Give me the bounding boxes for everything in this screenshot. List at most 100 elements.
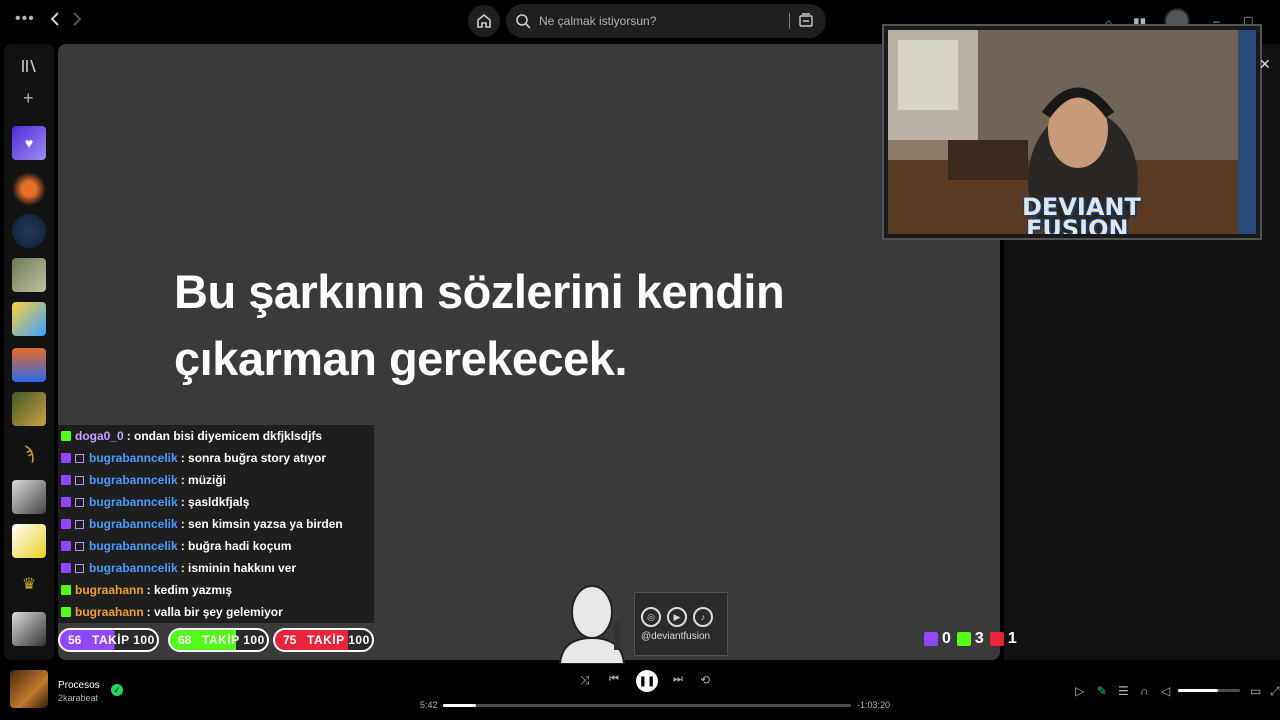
twitch-icon	[61, 497, 71, 507]
stream-chat: doga0_0: ondan bisi diyemicem dkfjklsdjf…	[58, 425, 374, 623]
previous-icon[interactable]: ⏮	[609, 673, 619, 686]
playlist-thumb[interactable]	[12, 480, 46, 514]
now-playing-cover[interactable]	[10, 670, 48, 708]
chat-text: : müziği	[180, 473, 227, 487]
playlist-thumb[interactable]	[12, 348, 46, 382]
saved-check-icon[interactable]: ✓	[111, 684, 123, 696]
chat-badge-icon	[75, 475, 84, 485]
chat-username[interactable]: bugrabanncelik	[89, 561, 178, 575]
goal-current: 56	[68, 633, 82, 647]
chat-message: bugrabanncelik: şasldkfjalş	[58, 491, 374, 513]
pause-button[interactable]: ❚❚	[636, 670, 658, 692]
now-playing-view-icon[interactable]: ▷	[1075, 684, 1084, 698]
chat-message: bugrabanncelik: buğra hadi koçum	[58, 535, 374, 557]
goal-label: TAKİP 100	[92, 633, 155, 647]
playlist-thumb[interactable]	[12, 258, 46, 292]
progress-bar[interactable]	[443, 704, 851, 707]
volume-slider[interactable]	[1178, 689, 1240, 692]
forward-arrow-icon[interactable]	[72, 12, 82, 31]
chat-message: bugraahann: valla bir şey gelemiyor	[58, 601, 374, 623]
chat-username[interactable]: bugrabanncelik	[89, 539, 178, 553]
twitch-icon	[61, 541, 71, 551]
chat-username[interactable]: bugrabanncelik	[89, 451, 178, 465]
social-handle: @deviantfusion	[641, 631, 711, 642]
chat-message: doga0_0: ondan bisi diyemicem dkfjklsdjf…	[58, 425, 374, 447]
viewer-counts: 0 3 1	[924, 630, 1017, 648]
playlist-thumb[interactable]	[12, 612, 46, 646]
chat-badge-icon	[75, 541, 84, 551]
connect-device-icon[interactable]: ∩	[1140, 684, 1149, 698]
chat-username[interactable]: bugrabanncelik	[89, 495, 178, 509]
chat-text: : şasldkfjalş	[180, 495, 250, 509]
miniplayer-icon[interactable]: ▭	[1250, 684, 1261, 698]
chat-username[interactable]: bugraahann	[75, 605, 144, 619]
follow-goal: 75 TAKİP 100	[273, 628, 374, 652]
search-bar[interactable]: Ne çalmak istiyorsun?	[506, 4, 826, 38]
queue-icon[interactable]: ☰	[1118, 684, 1129, 698]
chat-message: bugrabanncelik: sen kimsin yazsa ya bird…	[58, 513, 374, 535]
chat-text: : kedim yazmış	[146, 583, 233, 597]
chat-username[interactable]: bugrabanncelik	[89, 517, 178, 531]
more-icon[interactable]: •••	[15, 10, 35, 28]
youtube-icon	[989, 632, 1004, 646]
lyrics-icon[interactable]: ✎	[1097, 684, 1107, 698]
follow-goal: 56 TAKİP 100	[58, 628, 159, 652]
goal-current: 68	[178, 633, 192, 647]
goal-label: TAKİP 100	[307, 633, 370, 647]
kick-icon	[61, 431, 71, 441]
create-plus-icon[interactable]: +	[23, 88, 34, 109]
youtube-icon[interactable]: ▶	[667, 607, 687, 627]
chat-badge-icon	[75, 497, 84, 507]
chat-username[interactable]: bugrabanncelik	[89, 473, 178, 487]
search-input[interactable]: Ne çalmak istiyorsun?	[539, 14, 656, 28]
chat-message: bugrabanncelik: müziği	[58, 469, 374, 491]
kick-icon	[61, 607, 71, 617]
track-title[interactable]: Procesos	[58, 680, 100, 691]
webcam-overlay: DEVIANT FUSION	[882, 24, 1262, 240]
chat-message: bugraahann: kedim yazmış	[58, 579, 374, 601]
twitch-icon	[61, 475, 71, 485]
playlist-thumb[interactable]	[12, 524, 46, 558]
deviant-fusion-logo: DEVIANT FUSION	[1022, 195, 1141, 234]
playlist-thumb[interactable]: ϡ	[12, 436, 46, 470]
back-arrow-icon[interactable]	[50, 12, 60, 31]
chat-username[interactable]: doga0_0	[75, 429, 124, 443]
chat-text: : isminin hakkını ver	[180, 561, 297, 575]
repeat-icon[interactable]: ⟲	[700, 673, 710, 687]
browse-icon[interactable]	[798, 12, 814, 28]
lyrics-line: Bu şarkının sözlerini kendin	[174, 265, 785, 318]
kick-icon	[956, 632, 971, 646]
follow-goal: 68 TAKİP 100	[168, 628, 269, 652]
lyrics-unavailable-message: Bu şarkının sözlerini kendin çıkarman ge…	[174, 258, 874, 392]
chat-username[interactable]: bugraahann	[75, 583, 144, 597]
crown-icon[interactable]: ♛	[12, 568, 46, 602]
close-icon[interactable]: ✕	[1259, 56, 1271, 73]
kick-viewer-count: 3	[974, 630, 984, 647]
playlist-thumb[interactable]	[12, 172, 46, 206]
track-artist[interactable]: 2karabeat	[58, 693, 98, 703]
instagram-icon[interactable]: ◎	[641, 607, 661, 627]
tiktok-icon[interactable]: ♪	[693, 607, 713, 627]
kick-icon	[61, 585, 71, 595]
playlist-thumb[interactable]	[12, 392, 46, 426]
chat-badge-icon	[75, 453, 84, 463]
next-icon[interactable]: ⏭	[673, 673, 683, 686]
home-button[interactable]	[468, 5, 500, 37]
library-sidebar: + ♥ ϡ ♛	[4, 44, 54, 660]
liked-songs-heart-icon[interactable]: ♥	[12, 126, 46, 160]
chat-text: : sen kimsin yazsa ya birden	[180, 517, 343, 531]
fullscreen-icon[interactable]: ⤢	[1270, 684, 1280, 699]
playlist-thumb[interactable]	[12, 302, 46, 336]
volume-icon[interactable]: ◁	[1161, 684, 1170, 698]
twitch-viewer-count: 0	[942, 630, 951, 647]
library-icon[interactable]	[21, 58, 37, 74]
twitch-icon	[61, 519, 71, 529]
chat-text: : buğra hadi koçum	[180, 539, 292, 553]
pause-icon: ❚❚	[638, 675, 656, 687]
twitch-icon	[61, 453, 71, 463]
lyrics-line: çıkarman gerekecek.	[174, 332, 628, 385]
chat-badge-icon	[75, 519, 84, 529]
playlist-thumb[interactable]	[12, 214, 46, 248]
remaining-time: -1:03:20	[857, 700, 891, 710]
shuffle-icon[interactable]: ⤨	[580, 673, 590, 688]
